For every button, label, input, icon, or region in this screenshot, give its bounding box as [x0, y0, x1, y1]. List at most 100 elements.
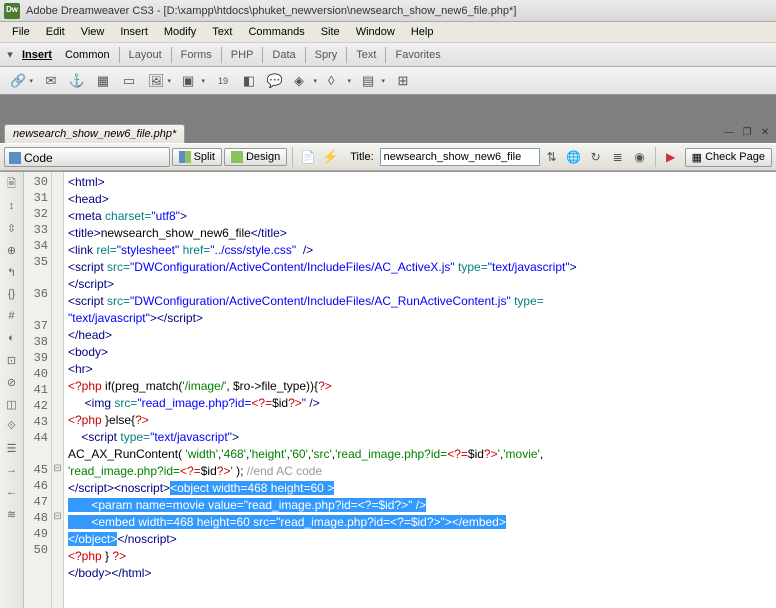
restore-icon[interactable]: ❐ — [740, 127, 754, 141]
check-page-label: Check Page — [705, 151, 765, 163]
separator — [171, 47, 172, 63]
insert-tab-favorites[interactable]: Favorites — [388, 46, 447, 64]
separator — [305, 47, 306, 63]
live-data-icon[interactable]: ⚡ — [320, 147, 340, 167]
separator — [292, 147, 293, 167]
wrap-tag-icon[interactable]: ⟐ — [4, 418, 20, 434]
menu-insert[interactable]: Insert — [112, 24, 156, 40]
title-input[interactable] — [380, 148, 540, 166]
menu-window[interactable]: Window — [348, 24, 403, 40]
insert-tab-forms[interactable]: Forms — [174, 46, 219, 64]
insert-tab-layout[interactable]: Layout — [122, 46, 169, 64]
collapse-selection-icon[interactable]: ⇳ — [4, 220, 20, 236]
table-icon[interactable]: ▦ — [92, 70, 114, 92]
named-anchor-icon[interactable]: ⚓ — [66, 70, 88, 92]
remove-comment-icon[interactable]: ◫ — [4, 396, 20, 412]
insert-tab-data[interactable]: Data — [265, 46, 302, 64]
design-view-icon — [231, 151, 243, 163]
document-tab-area: newsearch_show_new6_file.php* — ❐ ✕ — [0, 119, 776, 143]
menu-file[interactable]: File — [4, 24, 38, 40]
validate-icon[interactable]: ▶ — [661, 147, 681, 167]
code-view-icon — [9, 152, 21, 164]
refresh-icon[interactable]: ↻ — [586, 147, 606, 167]
preview-browser-icon[interactable]: 🌐 — [564, 147, 584, 167]
email-link-icon[interactable]: ✉ — [40, 70, 62, 92]
menu-text[interactable]: Text — [204, 24, 240, 40]
check-page-button[interactable]: ▦ Check Page — [685, 148, 772, 167]
insert-panel-bar: ▾ Insert Common Layout Forms PHP Data Sp… — [0, 43, 776, 67]
editor-area: 🗎 ↕ ⇳ ⊕ ↰ {} # ◐ ⊡ ⊘ ◫ ⟐ ☰ → ← ≋ 3031323… — [0, 171, 776, 608]
tag-chooser-icon[interactable]: ⊞ — [392, 70, 414, 92]
dreamweaver-icon — [4, 3, 20, 19]
menu-view[interactable]: View — [73, 24, 113, 40]
visual-aids-icon[interactable]: ◉ — [630, 147, 650, 167]
separator — [385, 47, 386, 63]
select-parent-tag-icon[interactable]: ↰ — [4, 264, 20, 280]
separator — [119, 47, 120, 63]
split-view-button[interactable]: Split — [172, 148, 222, 166]
document-toolbar: Code Split Design 📄 ⚡ Title: ⇅ 🌐 ↻ ≣ ◉ ▶… — [0, 143, 776, 171]
menu-bar: File Edit View Insert Modify Text Comman… — [0, 22, 776, 43]
hyperlink-icon[interactable]: 🔗 — [6, 70, 36, 92]
templates-icon[interactable]: ▤ — [358, 70, 388, 92]
head-icon[interactable]: ◈ — [290, 70, 320, 92]
fold-column[interactable]: ⊟ ⊟ — [52, 172, 64, 608]
separator — [346, 47, 347, 63]
indent-icon[interactable]: → — [4, 462, 20, 478]
outdent-icon[interactable]: ← — [4, 484, 20, 500]
recent-snippets-icon[interactable]: ☰ — [4, 440, 20, 456]
comment-icon[interactable]: 💬 — [264, 70, 286, 92]
line-numbers: 303132333435 36 3738394041424344 4546474… — [24, 172, 52, 608]
server-side-include-icon[interactable]: ◧ — [238, 70, 260, 92]
document-window-controls: — ❐ ✕ — [722, 127, 772, 143]
design-view-label: Design — [246, 151, 280, 163]
insert-icon-bar: 🔗 ✉ ⚓ ▦ ▭ 🖼 ▣ 19 ◧ 💬 ◈ ◊ ▤ ⊞ — [0, 67, 776, 95]
check-page-icon: ▦ — [692, 151, 702, 164]
separator — [655, 147, 656, 167]
open-documents-icon[interactable]: 🗎 — [4, 176, 20, 192]
close-icon[interactable]: ✕ — [758, 127, 772, 141]
insert-tab-text[interactable]: Text — [349, 46, 383, 64]
images-icon[interactable]: 🖼 — [144, 70, 174, 92]
balance-braces-icon[interactable]: {} — [4, 286, 20, 302]
insert-expand-icon[interactable]: ▾ — [4, 48, 16, 61]
window-title: Adobe Dreamweaver CS3 - [D:\xampp\htdocs… — [26, 5, 516, 17]
menu-commands[interactable]: Commands — [240, 24, 312, 40]
menu-modify[interactable]: Modify — [156, 24, 204, 40]
view-options-icon[interactable]: ≣ — [608, 147, 628, 167]
collapse-full-tag-icon[interactable]: ↕ — [4, 198, 20, 214]
menu-site[interactable]: Site — [313, 24, 348, 40]
expand-all-icon[interactable]: ⊕ — [4, 242, 20, 258]
split-view-icon — [179, 151, 191, 163]
menu-help[interactable]: Help — [403, 24, 442, 40]
minimize-icon[interactable]: — — [722, 127, 736, 141]
script-icon[interactable]: ◊ — [324, 70, 354, 92]
document-tab[interactable]: newsearch_show_new6_file.php* — [4, 124, 185, 143]
menu-edit[interactable]: Edit — [38, 24, 73, 40]
separator — [221, 47, 222, 63]
syntax-coloring-icon[interactable]: ⊡ — [4, 352, 20, 368]
line-numbers-icon[interactable]: # — [4, 308, 20, 324]
server-debug-icon[interactable]: 📄 — [298, 147, 318, 167]
code-editor[interactable]: <html> <head> <meta charset="utf8"> <tit… — [64, 172, 776, 608]
div-icon[interactable]: ▭ — [118, 70, 140, 92]
date-icon[interactable]: 19 — [212, 70, 234, 92]
insert-tab-php[interactable]: PHP — [224, 46, 261, 64]
code-view-label: Code — [24, 150, 53, 166]
title-bar: Adobe Dreamweaver CS3 - [D:\xampp\htdocs… — [0, 0, 776, 22]
separator — [262, 47, 263, 63]
insert-label[interactable]: Insert — [16, 49, 58, 61]
coding-toolbar: 🗎 ↕ ⇳ ⊕ ↰ {} # ◐ ⊡ ⊘ ◫ ⟐ ☰ → ← ≋ — [0, 172, 24, 608]
insert-tab-common[interactable]: Common — [58, 46, 117, 64]
title-label: Title: — [350, 151, 373, 163]
file-management-icon[interactable]: ⇅ — [542, 147, 562, 167]
code-area[interactable]: 303132333435 36 3738394041424344 4546474… — [24, 172, 776, 608]
highlight-invalid-icon[interactable]: ◐ — [4, 330, 20, 346]
format-source-icon[interactable]: ≋ — [4, 506, 20, 522]
media-icon[interactable]: ▣ — [178, 70, 208, 92]
split-view-label: Split — [194, 151, 215, 163]
code-view-button[interactable]: Code — [4, 147, 170, 167]
design-view-button[interactable]: Design — [224, 148, 287, 166]
apply-comment-icon[interactable]: ⊘ — [4, 374, 20, 390]
insert-tab-spry[interactable]: Spry — [308, 46, 345, 64]
